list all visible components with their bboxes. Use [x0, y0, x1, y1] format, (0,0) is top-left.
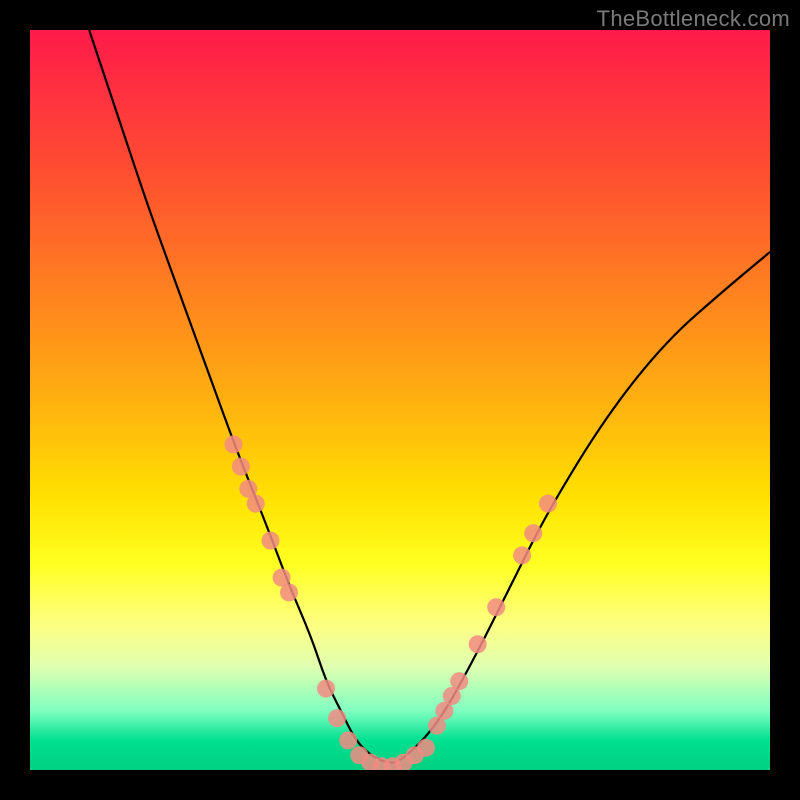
data-point	[317, 680, 335, 698]
data-point	[225, 435, 243, 453]
data-point	[280, 583, 298, 601]
data-point	[339, 731, 357, 749]
data-point	[524, 524, 542, 542]
watermark-text: TheBottleneck.com	[597, 6, 790, 32]
chart-svg	[30, 30, 770, 770]
data-points-layer	[225, 435, 558, 770]
data-point	[247, 495, 265, 513]
data-point	[262, 532, 280, 550]
data-point	[232, 458, 250, 476]
data-point	[487, 598, 505, 616]
bottleneck-curve	[89, 30, 770, 763]
chart-plot-area	[30, 30, 770, 770]
data-point	[328, 709, 346, 727]
data-point	[450, 672, 468, 690]
data-point	[469, 635, 487, 653]
data-point	[539, 495, 557, 513]
data-point	[406, 746, 424, 764]
data-point	[513, 546, 531, 564]
